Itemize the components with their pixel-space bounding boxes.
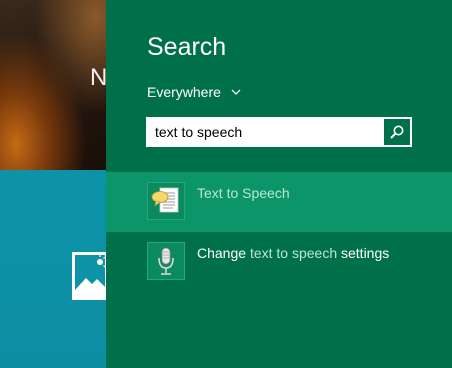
speech-bubble-document-icon (147, 182, 185, 220)
photos-app-icon[interactable] (72, 252, 108, 300)
result-label-part-1: Change (197, 245, 250, 261)
search-scope-label: Everywhere (147, 84, 221, 100)
result-text-to-speech[interactable]: Text to Speech (106, 172, 452, 232)
search-box (146, 117, 412, 147)
result-label-part-3: settings (337, 245, 390, 261)
result-change-tts-settings[interactable]: Change text to speech settings (106, 232, 452, 292)
result-label: Text to Speech (197, 185, 290, 201)
search-input[interactable] (147, 118, 381, 146)
search-icon (390, 125, 404, 139)
microphone-icon (147, 242, 185, 280)
search-results-list: Text to Speech Change text to speech set… (106, 172, 452, 292)
search-panel: Search Everywhere text to speech Text to… (106, 0, 452, 368)
chevron-down-icon (231, 89, 241, 95)
search-scope-dropdown[interactable]: Everywhere (147, 84, 241, 100)
result-label: Change text to speech settings (197, 245, 389, 261)
result-label-part-2: text to speech (249, 245, 338, 261)
panel-title: Search (147, 33, 227, 61)
photo-tile-text: N (90, 64, 108, 91)
search-button[interactable] (384, 119, 410, 145)
